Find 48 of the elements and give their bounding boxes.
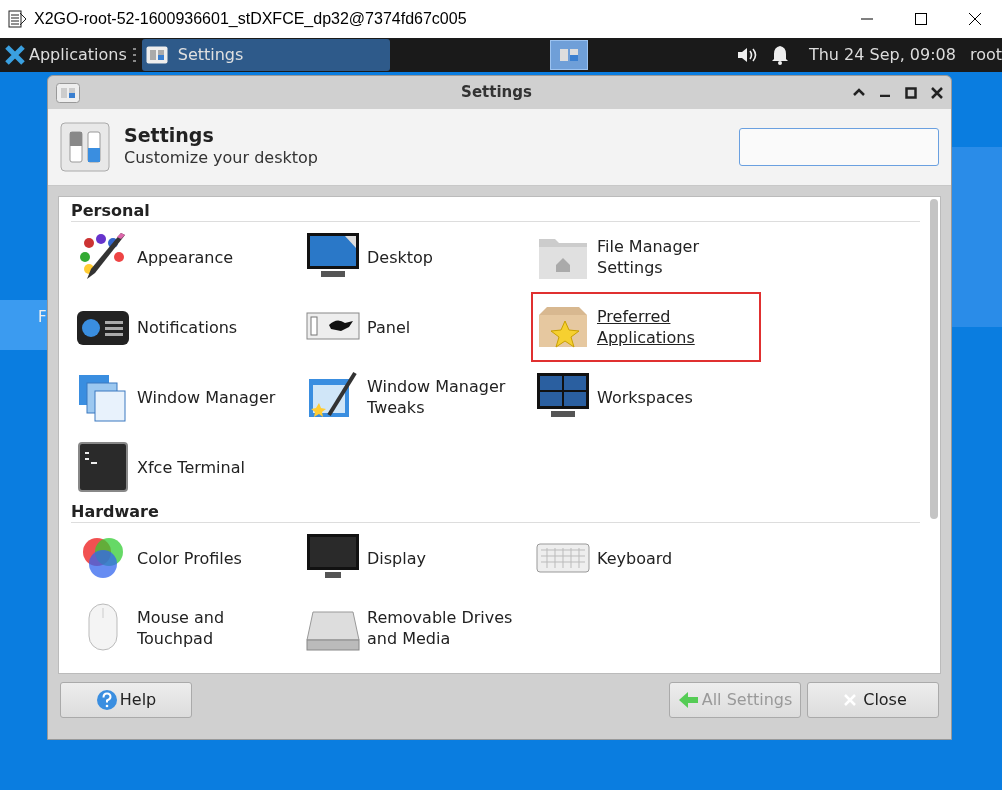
close-button[interactable] (969, 13, 981, 25)
applications-menu[interactable]: Applications (29, 43, 127, 67)
volume-icon[interactable] (736, 46, 759, 64)
background-window (0, 300, 47, 350)
settings-icon (145, 46, 168, 64)
settings-item[interactable]: Desktop (301, 222, 531, 292)
terminal-icon (75, 439, 131, 495)
xfce-logo-icon[interactable] (4, 44, 26, 66)
settings-item[interactable]: Panel (301, 292, 531, 362)
clock[interactable]: Thu 24 Sep, 09:08 (808, 43, 956, 67)
shade-button[interactable] (853, 86, 865, 97)
workspace-switcher[interactable] (549, 40, 588, 70)
help-icon (95, 689, 118, 711)
dialog-button[interactable]: Close (807, 682, 939, 718)
back-arrow-icon (677, 689, 700, 711)
handle-icon (132, 48, 136, 62)
settings-item[interactable]: Display (301, 523, 531, 593)
settings-item[interactable]: Appearance (71, 222, 301, 292)
settings-item[interactable]: Mouse and Touchpad (71, 593, 301, 663)
user-name[interactable]: root (969, 43, 1002, 67)
section-heading: Personal (71, 201, 920, 222)
taskbar-button[interactable]: Settings (141, 39, 390, 71)
window-title: X2GO-root-52-1600936601_stDXFCE_dp32@7374fd67c005 (34, 9, 467, 29)
close-button[interactable] (931, 86, 943, 99)
settings-item[interactable]: Window Manager Tweaks (301, 362, 531, 432)
settings-item[interactable]: Preferred Applications (531, 292, 761, 362)
settings-icon (558, 48, 579, 62)
search-field[interactable] (739, 128, 939, 166)
maximize-button[interactable] (905, 86, 917, 99)
section-heading: Hardware (71, 502, 920, 523)
settings-item[interactable]: Workspaces (531, 362, 761, 432)
header-subtitle: Customize your desktop (124, 147, 318, 170)
bell-icon[interactable] (770, 45, 789, 65)
window-title: Settings (460, 82, 532, 104)
settings-icon (60, 122, 110, 172)
settings-item[interactable]: Color Profiles (71, 523, 301, 593)
settings-item[interactable]: Removable Drives and Media (301, 593, 531, 663)
settings-item[interactable]: Window Manager (71, 362, 301, 432)
header-title: Settings (124, 123, 215, 147)
maximize-button[interactable] (915, 13, 927, 25)
settings-item[interactable]: File Manager Settings (531, 222, 761, 292)
settings-item[interactable]: Xfce Terminal (71, 432, 301, 502)
app-icon (8, 9, 28, 29)
desktop-icon-label: F (38, 307, 47, 328)
dialog-button[interactable]: Help (60, 682, 192, 718)
settings-item[interactable]: Notifications (71, 292, 301, 362)
settings-item[interactable]: Keyboard (531, 523, 761, 593)
settings-icon (56, 82, 80, 103)
